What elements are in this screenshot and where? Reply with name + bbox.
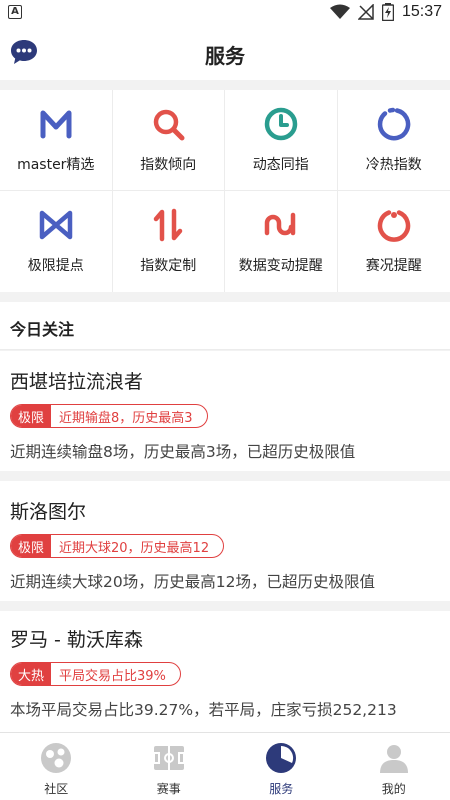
grid-item-label: 指数倾向 (140, 157, 197, 173)
badge-tag: 极限 (11, 535, 52, 557)
grid-item-label: 冷热指数 (365, 157, 422, 173)
service-icon (266, 743, 297, 773)
nav-label: 社区 (44, 782, 69, 796)
grid-item-label: 赛况提醒 (365, 258, 422, 274)
app-notification-icon: A (8, 5, 22, 19)
app-header: 服务 (0, 24, 450, 80)
status-time: 15:37 (401, 3, 442, 20)
card-description: 近期连续输盘8场，历史最高3场，已超历史极限值 (10, 443, 356, 461)
service-grid: master精选 指数倾向 动态同指 冷热指数 极限提点 指数定制 数据变动提醒… (0, 90, 450, 292)
badge-tag: 大热 (11, 663, 52, 685)
profile-icon (379, 745, 408, 773)
card-badge: 极限 近期输盘8，历史最高3 (10, 404, 208, 428)
no-signal-icon (357, 4, 374, 20)
grid-item-index-tendency[interactable]: 指数倾向 (112, 90, 225, 191)
nav-item-profile[interactable]: 我的 (338, 733, 450, 800)
card-title: 斯洛图尔 (10, 501, 87, 523)
community-icon (41, 743, 72, 773)
focus-card[interactable]: 罗马 - 勒沃库森 大热 平局交易占比39% 本场平局交易占比39.27%，若平… (0, 611, 450, 732)
status-bar: A 15:37 (0, 0, 450, 24)
nav-item-matches[interactable]: 赛事 (113, 733, 226, 800)
grid-item-label: 指数定制 (140, 258, 197, 274)
nav-item-service[interactable]: 服务 (225, 733, 338, 800)
card-badge: 极限 近期大球20，历史最高12 (10, 534, 225, 558)
bottom-nav: 社区 赛事 服务 我的 (0, 732, 450, 800)
nav-label: 我的 (381, 782, 406, 796)
grid-item-data-change-alert[interactable]: 数据变动提醒 (225, 191, 338, 292)
nav-item-community[interactable]: 社区 (0, 733, 113, 800)
grid-item-label: master精选 (17, 157, 95, 173)
badge-tag: 极限 (11, 405, 52, 427)
card-title: 罗马 - 勒沃库森 (10, 629, 143, 651)
badge-text: 平局交易占比39% (59, 668, 166, 684)
card-badge: 大热 平局交易占比39% (10, 662, 181, 686)
grid-item-dynamic-index[interactable]: 动态同指 (225, 90, 338, 191)
clock-icon (264, 107, 297, 141)
wave-icon (264, 212, 295, 236)
focus-card[interactable]: 西堪培拉流浪者 极限 近期输盘8，历史最高3 近期连续输盘8场，历史最高3场，已… (0, 351, 450, 471)
focus-card[interactable]: 斯洛图尔 极限 近期大球20，历史最高12 近期连续大球20场，历史最高12场，… (0, 481, 450, 601)
nav-label: 服务 (269, 782, 294, 796)
card-description: 本场平局交易占比39.27%，若平局，庄家亏损252,213 (10, 701, 397, 719)
grid-item-match-alert[interactable]: 赛况提醒 (338, 191, 450, 292)
section-title-today: 今日关注 (0, 302, 450, 350)
refresh-ring-icon (377, 210, 410, 242)
grid-item-label: 极限提点 (27, 258, 84, 274)
card-description: 近期连续大球20场，历史最高12场，已超历史极限值 (10, 573, 375, 591)
card-title: 西堪培拉流浪者 (10, 371, 144, 393)
search-magnifier-icon (154, 109, 185, 141)
badge-text: 近期输盘8，历史最高3 (59, 410, 193, 426)
ring-icon (377, 107, 411, 141)
badge-text: 近期大球20，历史最高12 (59, 540, 210, 556)
nav-label: 赛事 (156, 782, 181, 796)
m-logo-icon (40, 110, 72, 139)
grid-item-master[interactable]: master精选 (0, 90, 113, 191)
grid-item-index-custom[interactable]: 指数定制 (113, 191, 225, 292)
grid-item-label: 数据变动提醒 (238, 258, 323, 274)
page-title: 服务 (205, 44, 245, 68)
up-down-arrows-icon (154, 208, 183, 242)
grid-item-hot-cold-index[interactable]: 冷热指数 (337, 90, 450, 191)
match-field-icon (152, 746, 185, 770)
battery-icon (381, 3, 394, 21)
grid-item-label: 动态同指 (252, 157, 309, 173)
grid-item-limit-tips[interactable]: 极限提点 (0, 191, 113, 292)
wifi-icon (329, 4, 350, 19)
bowtie-icon (39, 210, 72, 240)
